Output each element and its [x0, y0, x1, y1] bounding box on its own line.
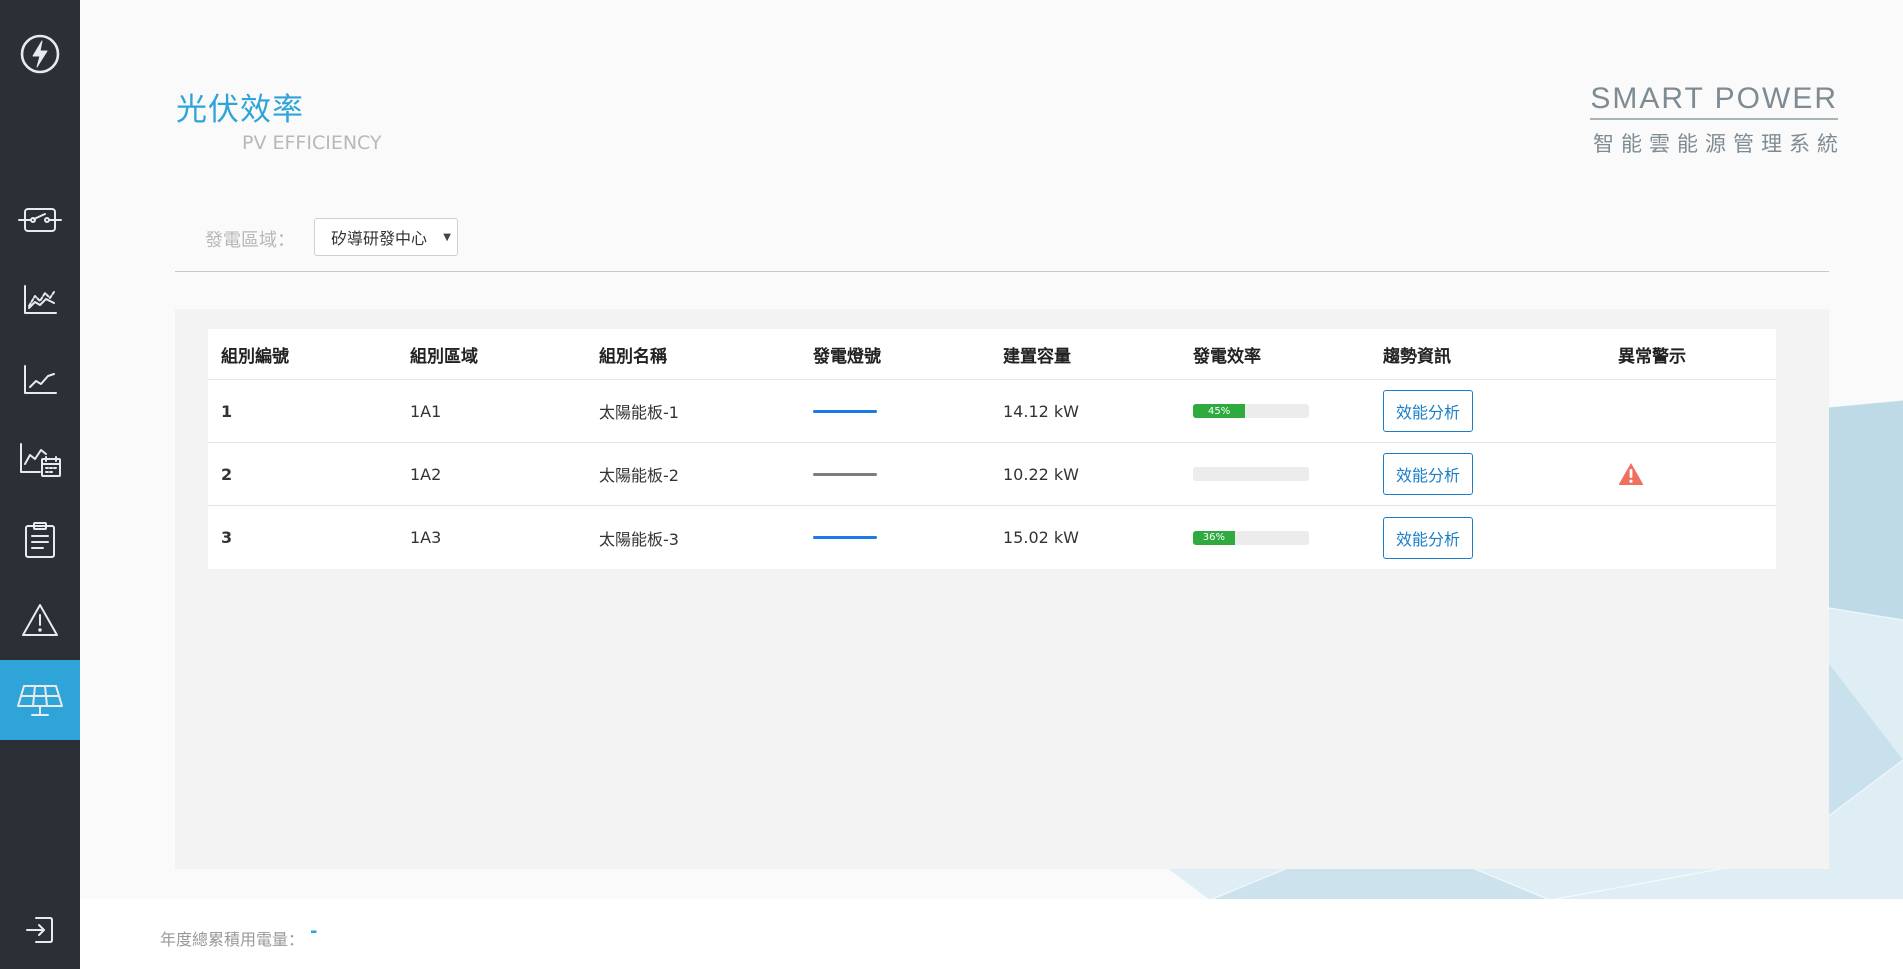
- line-chart-icon: [24, 365, 57, 394]
- efficiency-progress-fill: 45%: [1193, 404, 1246, 418]
- main-content: 光伏效率 PV EFFICIENCY SMART POWER 智能雲能源管理系統…: [80, 0, 1903, 969]
- trend-info: 效能分析: [1370, 453, 1605, 495]
- group-id: 2: [221, 464, 233, 484]
- warning-icon: [22, 604, 58, 636]
- switch-icon: [18, 208, 62, 232]
- efficiency: 36%: [1180, 530, 1370, 545]
- sidebar-item-report[interactable]: [0, 500, 80, 580]
- capacity: 15.02 kW: [1003, 528, 1079, 547]
- capacity: 14.12 kW: [1003, 401, 1079, 421]
- group-name: 太陽能板-1: [599, 403, 679, 422]
- trend-info: 效能分析: [1370, 516, 1605, 559]
- table-row: 3 1A3 太陽能板-3 15.02 kW 36% 效能分析: [208, 506, 1776, 569]
- sidebar-item-chart-calendar[interactable]: [0, 420, 80, 500]
- column-header: 趨勢資訊: [1383, 346, 1451, 367]
- group-area: 1A3: [410, 528, 442, 547]
- table-header-row: 組別編號 組別區域 組別名稱 發電燈號 建置容量 發電效率 趨勢資訊 異常警示: [208, 329, 1776, 380]
- sidebar-item-trend[interactable]: [0, 260, 80, 340]
- lightning-logo-icon: [20, 34, 60, 74]
- column-header: 異常警示: [1618, 346, 1686, 367]
- efficiency: [1180, 467, 1370, 481]
- sidebar-item-alerts[interactable]: [0, 580, 80, 660]
- efficiency-progress-fill: 36%: [1193, 530, 1235, 545]
- group-area: 1A1: [410, 401, 442, 421]
- sidebar-item-switch[interactable]: [0, 180, 80, 260]
- group-id: 1: [221, 401, 233, 421]
- annual-usage-label: 年度總累積用電量：: [160, 930, 305, 949]
- footer: 年度總累積用電量： -: [80, 899, 1903, 969]
- performance-analysis-button[interactable]: 效能分析: [1383, 390, 1474, 432]
- generation-light: [800, 536, 990, 539]
- performance-analysis-button[interactable]: 效能分析: [1383, 516, 1474, 559]
- group-name: 太陽能板-2: [599, 466, 679, 485]
- clipboard-icon: [25, 522, 55, 558]
- efficiency-progress-bar: 45%: [1193, 404, 1309, 418]
- sidebar-item-pv-efficiency[interactable]: [0, 660, 80, 740]
- efficiency-progress-bar: 36%: [1193, 530, 1309, 545]
- solar-panel-icon: [17, 685, 63, 716]
- logout-icon: [26, 917, 53, 943]
- group-name: 太陽能板-3: [599, 529, 679, 549]
- page-subtitle: PV EFFICIENCY: [242, 132, 382, 154]
- generation-light: [800, 409, 990, 413]
- capacity: 10.22 kW: [1003, 464, 1079, 484]
- brand-logo: SMART POWER 智能雲能源管理系統: [1590, 82, 1838, 158]
- page-title: 光伏效率: [176, 92, 304, 128]
- group-area: 1A2: [410, 464, 442, 484]
- app-logo[interactable]: [0, 26, 80, 82]
- trend-info: 效能分析: [1370, 390, 1605, 432]
- trend-chart-icon: [24, 285, 57, 314]
- column-header: 組別區域: [410, 346, 478, 367]
- caret-down-icon: ▼: [443, 232, 451, 243]
- alert-warning-icon: [1618, 463, 1644, 485]
- efficiency-progress-bar: [1193, 467, 1309, 481]
- divider: [175, 271, 1829, 272]
- column-header: 組別名稱: [599, 346, 667, 367]
- region-select-value: 矽導研發中心: [331, 229, 428, 248]
- brand-name-en: SMART POWER: [1590, 82, 1838, 120]
- performance-analysis-button[interactable]: 效能分析: [1383, 453, 1474, 495]
- pv-efficiency-table: 組別編號 組別區域 組別名稱 發電燈號 建置容量 發電效率 趨勢資訊 異常警示 …: [208, 329, 1776, 569]
- alert-cell: [1605, 462, 1766, 486]
- group-id: 3: [221, 528, 233, 547]
- brand-name-zh: 智能雲能源管理系統: [1593, 132, 1845, 156]
- annual-usage-value: -: [310, 921, 318, 942]
- generation-light-indicator: [813, 409, 877, 413]
- region-select[interactable]: 矽導研發中心 ▼: [314, 218, 458, 256]
- generation-light-indicator: [813, 472, 877, 476]
- sidebar-item-line-chart[interactable]: [0, 340, 80, 420]
- column-header: 發電效率: [1193, 346, 1261, 367]
- region-filter-label: 發電區域：: [205, 230, 295, 251]
- sidebar-item-logout[interactable]: [0, 890, 80, 969]
- chart-calendar-icon: [20, 443, 61, 477]
- column-header: 組別編號: [221, 346, 289, 367]
- sidebar: [0, 0, 80, 969]
- column-header: 建置容量: [1003, 346, 1071, 367]
- generation-light-indicator: [813, 536, 877, 539]
- table-row: 1 1A1 太陽能板-1 14.12 kW 45% 效能分析: [208, 380, 1776, 443]
- efficiency: 45%: [1180, 404, 1370, 418]
- generation-light: [800, 472, 990, 476]
- column-header: 發電燈號: [813, 346, 881, 367]
- table-row: 2 1A2 太陽能板-2 10.22 kW 效能分析: [208, 443, 1776, 506]
